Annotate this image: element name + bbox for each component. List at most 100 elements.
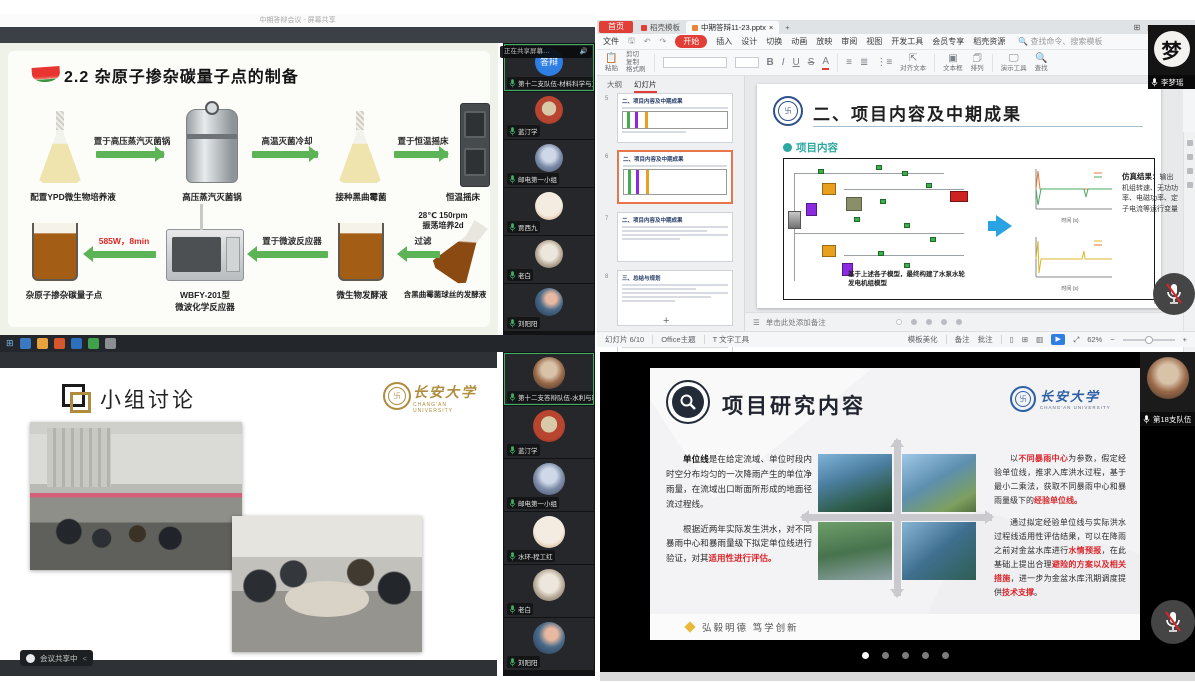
video-tile[interactable]: 刘阳阳 bbox=[504, 618, 594, 670]
font-family-select[interactable] bbox=[663, 57, 727, 68]
share-status-pill[interactable]: 会议共享中 < bbox=[20, 650, 93, 666]
collapse-chevron-icon[interactable]: < bbox=[83, 654, 87, 663]
save-icon[interactable]: 🖫 bbox=[628, 35, 635, 49]
wps-window: 首页 稻壳模板 中期答辩11-23.pptx× + ⊞ ▤ ─ □ ✕ 文件 🖫… bbox=[597, 20, 1195, 347]
underline-button[interactable]: U bbox=[793, 57, 800, 69]
notes-placeholder[interactable]: 单击此处添加备注 bbox=[766, 317, 826, 328]
align-text-button[interactable]: ⇱对齐文本 bbox=[900, 53, 926, 73]
video-tile[interactable]: 第十二支答辩队伍-水利与环境学院 bbox=[504, 353, 594, 405]
present-tools-button[interactable]: 🖵演示工具 bbox=[1001, 53, 1027, 73]
layout-switch-icon[interactable]: ⊞ bbox=[1134, 23, 1141, 32]
new-tab-button[interactable]: + bbox=[779, 21, 795, 34]
zoom-out-button[interactable]: − bbox=[1110, 335, 1114, 344]
menu-view[interactable]: 视图 bbox=[866, 36, 882, 47]
status-text-tool[interactable]: T 文字工具 bbox=[713, 334, 750, 345]
note-button[interactable]: 备注 bbox=[955, 334, 970, 345]
wps-home-button[interactable]: 首页 bbox=[599, 21, 633, 33]
menu-devtools[interactable]: 开发工具 bbox=[891, 36, 923, 47]
align-center-icon[interactable]: ≣ bbox=[860, 57, 868, 69]
video-tile[interactable]: 刘阳阳 bbox=[504, 284, 594, 331]
font-size-select[interactable] bbox=[735, 57, 759, 68]
zoom-slider[interactable] bbox=[1123, 339, 1175, 341]
command-search[interactable]: 🔍 查找命令、搜索模板 bbox=[1018, 36, 1102, 47]
tab-slides[interactable]: 幻灯片 bbox=[634, 79, 657, 93]
mic-icon bbox=[509, 499, 516, 508]
view-read-icon[interactable]: ▥ bbox=[1036, 335, 1043, 344]
video-tile[interactable]: 邮电第一小组 bbox=[504, 140, 594, 187]
slide-thumbnail-pane[interactable]: 大纲 幻灯片 5 二、项目内容及中期成果 6 二、项目内容及中期成果 7 二、项… bbox=[597, 76, 745, 331]
font-color-button[interactable]: A bbox=[822, 56, 829, 70]
tab-docer[interactable]: 稻壳模板 bbox=[635, 21, 686, 34]
start-button-icon[interactable]: ⊞ bbox=[6, 338, 14, 349]
taskbar-app-icon[interactable] bbox=[71, 338, 82, 349]
video-tile[interactable]: 老白 bbox=[504, 565, 594, 617]
menu-review[interactable]: 审阅 bbox=[841, 36, 857, 47]
slide-thumbnail[interactable]: 三、总结与规划 bbox=[617, 270, 733, 326]
arrange-button[interactable]: 🗇排列 bbox=[971, 53, 984, 73]
redo-icon[interactable]: ↷ bbox=[660, 37, 667, 46]
taskbar-app-icon[interactable] bbox=[37, 338, 48, 349]
diamond-icon bbox=[684, 621, 695, 632]
menu-start[interactable]: 开始 bbox=[675, 35, 707, 48]
comment-button[interactable]: 批注 bbox=[978, 334, 993, 345]
muted-mic-button[interactable] bbox=[1153, 273, 1195, 315]
menu-transition[interactable]: 切换 bbox=[766, 36, 782, 47]
bl-participant-sidebar[interactable]: 第十二支答辩队伍-水利与环境学院 蓝汀学 邮电第一小组 水环-程工红 老白 刘阳… bbox=[503, 352, 595, 676]
taskbar-app-icon[interactable] bbox=[20, 338, 31, 349]
align-left-icon[interactable]: ≡ bbox=[846, 57, 852, 69]
tab-outline[interactable]: 大纲 bbox=[607, 79, 622, 93]
video-tile[interactable]: 老白 bbox=[504, 236, 594, 283]
clipboard-group[interactable]: 剪切 复制 格式刷 bbox=[626, 51, 646, 74]
fit-icon[interactable]: ⤢ bbox=[1073, 335, 1079, 345]
br-video-tile[interactable]: 第18支队伍 bbox=[1140, 352, 1195, 426]
find-button[interactable]: 🔍查找 bbox=[1035, 53, 1048, 73]
video-tile[interactable]: 蓝汀学 bbox=[504, 406, 594, 458]
taskbar-app-icon[interactable] bbox=[88, 338, 99, 349]
view-sorter-icon[interactable]: ⊞ bbox=[1022, 335, 1028, 344]
taskbar-app-icon[interactable] bbox=[105, 338, 116, 349]
paste-button[interactable]: 📋粘贴 bbox=[605, 53, 618, 73]
right-tool-rail[interactable] bbox=[1183, 132, 1195, 387]
italic-button[interactable]: I bbox=[782, 57, 785, 69]
menu-docer-res[interactable]: 稻壳资源 bbox=[973, 36, 1005, 47]
video-tile[interactable]: 邮电第一小组 bbox=[504, 459, 594, 511]
strike-button[interactable]: S bbox=[808, 57, 815, 69]
notes-bar[interactable]: ☰ 单击此处添加备注 bbox=[745, 312, 1183, 331]
slide-thumbnail[interactable]: 二、项目内容及中期成果 bbox=[617, 93, 733, 143]
menu-insert[interactable]: 插入 bbox=[716, 36, 732, 47]
menu-slideshow[interactable]: 放映 bbox=[816, 36, 832, 47]
tab-document[interactable]: 中期答辩11-23.pptx× bbox=[686, 21, 779, 34]
mic-icon bbox=[509, 319, 516, 328]
video-tile[interactable]: 蓝汀学 bbox=[504, 92, 594, 139]
slideshow-play-button[interactable]: ▶ bbox=[1051, 334, 1065, 345]
tl-taskbar[interactable]: ⊞ bbox=[0, 335, 595, 352]
undo-icon[interactable]: ↶ bbox=[644, 37, 651, 46]
menu-member[interactable]: 会员专享 bbox=[932, 36, 964, 47]
beautify-button[interactable]: 模板美化 bbox=[908, 334, 938, 345]
meeting-icon bbox=[26, 654, 35, 663]
muted-mic-button[interactable] bbox=[1151, 600, 1195, 644]
slide-thumbnail[interactable]: 二、项目内容及中期成果 bbox=[617, 212, 733, 262]
video-tile[interactable]: 贾西九 bbox=[504, 188, 594, 235]
zoom-in-button[interactable]: + bbox=[1183, 335, 1187, 344]
bold-button[interactable]: B bbox=[767, 57, 774, 69]
slide-thumbnail-selected[interactable]: 二、项目内容及中期成果 bbox=[617, 150, 733, 204]
menu-file[interactable]: 文件 bbox=[603, 36, 619, 47]
tl-participant-sidebar[interactable]: 答辩 第十二支队伍-材料科学与工程学院 蓝汀学 邮电第一小组 贾西九 老白 刘阳… bbox=[503, 43, 595, 335]
menu-animation[interactable]: 动画 bbox=[791, 36, 807, 47]
format-painter-button[interactable]: 格式刷 bbox=[626, 66, 646, 74]
mic-icon bbox=[509, 658, 516, 667]
bullet-list-icon[interactable]: ⋮≡ bbox=[876, 57, 892, 69]
tr-video-tile[interactable]: 梦 李梦瑶 bbox=[1148, 25, 1195, 89]
taskbar-app-icon[interactable] bbox=[54, 338, 65, 349]
cut-button[interactable]: 剪切 bbox=[626, 51, 646, 59]
slide-edit-area[interactable]: 卐 二、项目内容及中期成果 项目内容 bbox=[745, 76, 1183, 331]
add-slide-button[interactable]: + bbox=[663, 315, 669, 327]
menu-design[interactable]: 设计 bbox=[741, 36, 757, 47]
diagram-block bbox=[930, 237, 936, 242]
text-box-button[interactable]: ▣文本框 bbox=[943, 53, 963, 73]
tab-close-icon[interactable]: × bbox=[769, 21, 773, 34]
video-tile[interactable]: 水环-程工红 bbox=[504, 512, 594, 564]
big-arrow-icon bbox=[996, 215, 1023, 237]
view-normal-icon[interactable]: ▯ bbox=[1010, 335, 1014, 344]
